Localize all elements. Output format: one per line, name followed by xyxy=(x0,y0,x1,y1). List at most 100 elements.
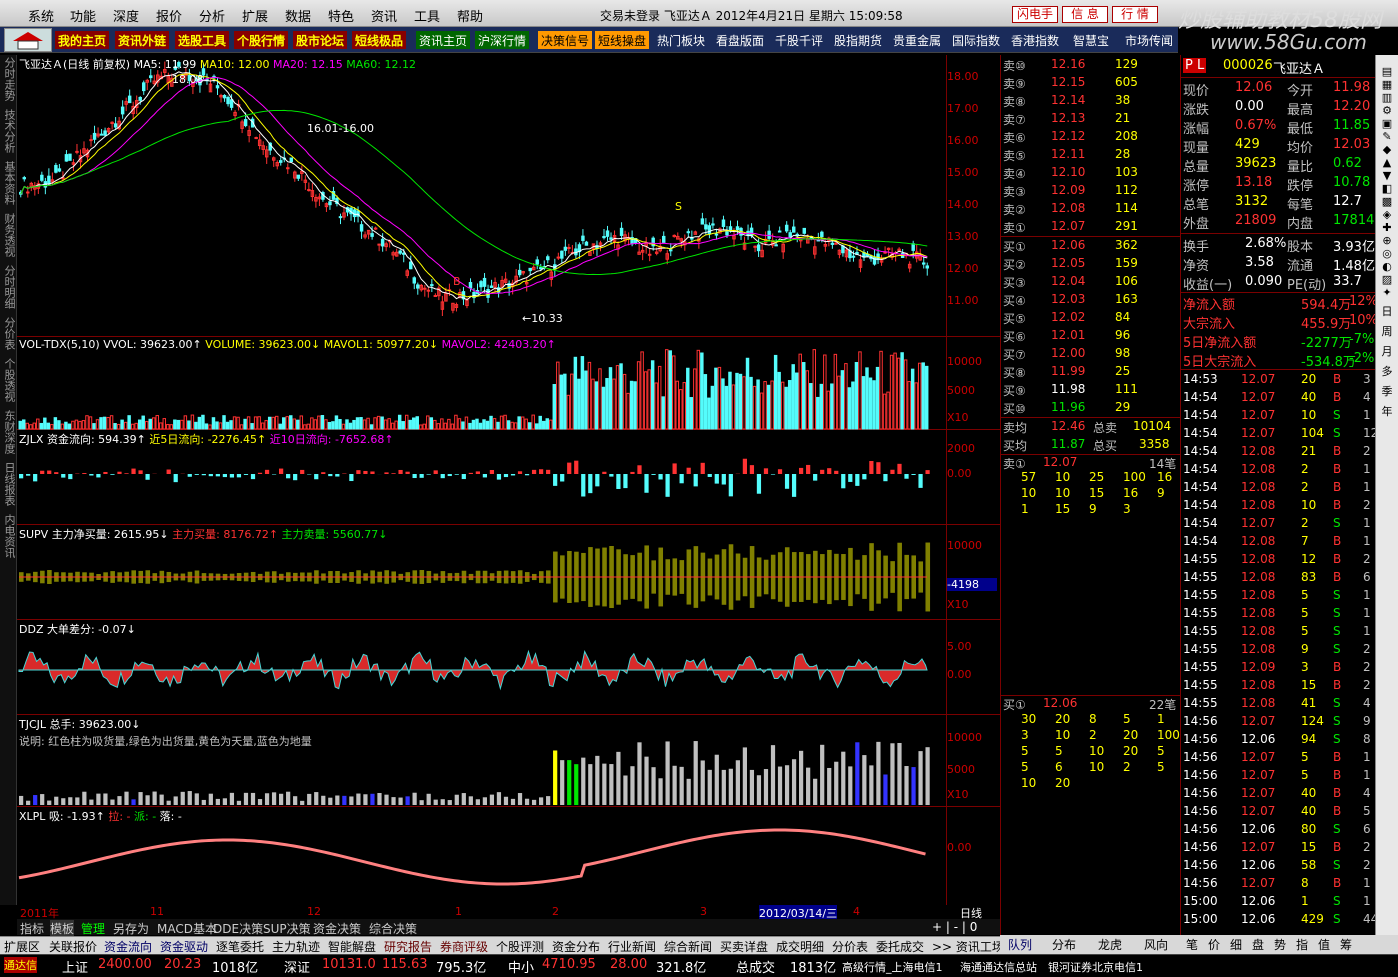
tick-row[interactable]: 14:55 12.09 3 B 2 xyxy=(1183,659,1376,677)
tick-row[interactable]: 14:55 12.08 9 S 2 xyxy=(1183,641,1376,659)
ask-row[interactable]: 卖④ 12.10 103 xyxy=(1003,164,1179,182)
tick-row[interactable]: 14:56 12.07 8 B 1 xyxy=(1183,875,1376,893)
tick-row[interactable]: 14:54 12.08 2 B 1 xyxy=(1183,479,1376,497)
nav-hk-index[interactable]: 香港指数 xyxy=(1008,31,1062,49)
nav-my-home[interactable]: 我的主页 xyxy=(55,31,110,49)
nav-decision-signal[interactable]: 决策信号 xyxy=(538,31,593,49)
tab-internal-news[interactable]: 内电资讯 xyxy=(1,514,16,558)
nav-index-futures[interactable]: 股指期货 xyxy=(831,31,885,49)
func-bidask[interactable]: 买卖详盘 xyxy=(720,938,768,955)
nav-short-operation[interactable]: 短线操盘 xyxy=(595,31,650,49)
tick-row[interactable]: 14:55 12.08 41 S 4 xyxy=(1183,695,1376,713)
tick-row[interactable]: 14:56 12.06 80 S 6 xyxy=(1183,821,1376,839)
func-expand[interactable]: 扩展区 xyxy=(4,938,40,955)
func-eval[interactable]: 个股评测 xyxy=(496,938,544,955)
func-order[interactable]: 逐笔委托 xyxy=(216,938,264,955)
tick-row[interactable]: 14:55 12.08 12 B 2 xyxy=(1183,551,1376,569)
tick-row[interactable]: 14:56 12.07 5 B 1 xyxy=(1183,767,1376,785)
menu-help[interactable]: 帮助 xyxy=(457,6,483,25)
flash-trade-button[interactable]: 闪电手 xyxy=(1012,6,1058,23)
bid-row[interactable]: 买② 12.05 159 xyxy=(1003,255,1179,273)
tick-row[interactable]: 14:54 12.07 40 B 4 xyxy=(1183,389,1376,407)
qtab-dragon[interactable]: 龙虎 xyxy=(1098,936,1122,953)
tick-row[interactable]: 15:00 12.06 1 S 1 xyxy=(1183,893,1376,911)
quote2-row[interactable]: 净资 3.58 流通 1.48亿 xyxy=(1183,254,1376,274)
nav-smart[interactable]: 智慧宝 xyxy=(1070,31,1112,49)
tick-row[interactable]: 14:56 12.07 5 B 1 xyxy=(1183,749,1376,767)
flow-row[interactable]: 5日大宗流入 -534.8万 -2% xyxy=(1183,350,1376,370)
ask1-queue-row[interactable]: 1 15 9 3 xyxy=(1003,501,1179,519)
bid1-queue-row[interactable]: 10 20 xyxy=(1003,775,1179,793)
toolbar-icons[interactable]: ▤ ▦ ▥ ⚙ ▣ ✎ ◆ ▲ ▼ ◧ ▩ ◈ ✚ ⊕ ◎ ◐ ▨ ✦ xyxy=(1376,65,1398,299)
tick-row[interactable]: 14:56 12.07 124 S 9 xyxy=(1183,713,1376,731)
avg-bid-row[interactable]: 买均 11.87 总买 3358 xyxy=(1003,436,1179,454)
func-fund-flow[interactable]: 资金流向 xyxy=(104,938,152,955)
func-info-workshop[interactable]: >> 资讯工场 xyxy=(932,938,1004,955)
ask-row[interactable]: 卖⑨ 12.15 605 xyxy=(1003,74,1179,92)
menu-function[interactable]: 功能 xyxy=(70,6,96,25)
qtab-trend[interactable]: 势 xyxy=(1274,936,1286,953)
period-multi[interactable]: 多 xyxy=(1376,363,1398,379)
ask-row[interactable]: 卖② 12.08 114 xyxy=(1003,200,1179,218)
func-general-news[interactable]: 综合新闻 xyxy=(664,938,712,955)
bid-row[interactable]: 买⑧ 11.99 25 xyxy=(1003,363,1179,381)
info-button[interactable]: 信 息 xyxy=(1062,6,1108,23)
tab-intraday[interactable]: 分时走势 xyxy=(1,57,16,101)
nav-metals[interactable]: 贵重金属 xyxy=(890,31,944,49)
menu-depth[interactable]: 深度 xyxy=(113,6,139,25)
qtab-tick[interactable]: 笔 xyxy=(1186,936,1198,953)
tab-macd[interactable]: MACD基本 xyxy=(157,920,217,937)
nav-sh-sz-quote[interactable]: 沪深行情 xyxy=(475,31,530,49)
tick-row[interactable]: 14:53 12.07 20 B 3 xyxy=(1183,371,1376,389)
func-research[interactable]: 研究报告 xyxy=(384,938,432,955)
tab-sup[interactable]: SUP决策 xyxy=(263,920,311,937)
nav-stock-reviews[interactable]: 千股千评 xyxy=(772,31,826,49)
qtab-distribution[interactable]: 分布 xyxy=(1052,936,1076,953)
menu-system[interactable]: 系统 xyxy=(28,6,54,25)
kline-chart[interactable] xyxy=(17,55,947,337)
menu-tools[interactable]: 工具 xyxy=(414,6,440,25)
nav-layout[interactable]: 看盘版面 xyxy=(713,31,767,49)
func-industry-news[interactable]: 行业新闻 xyxy=(608,938,656,955)
nav-intl-index[interactable]: 国际指数 xyxy=(949,31,1003,49)
stock-header[interactable]: P L 000026 飞亚达Ａ xyxy=(1183,57,1376,77)
quote-row[interactable]: 总笔 3132 每笔 12.7 xyxy=(1183,193,1376,213)
qtab-wind[interactable]: 风向 xyxy=(1144,936,1168,953)
tab-intraday-detail[interactable]: 分时明细 xyxy=(1,265,16,309)
func-distribution[interactable]: 资金分布 xyxy=(552,938,600,955)
tick-row[interactable]: 14:55 12.08 83 B 6 xyxy=(1183,569,1376,587)
ask-row[interactable]: 卖⑦ 12.13 21 xyxy=(1003,110,1179,128)
market-button[interactable]: 行 情 xyxy=(1112,6,1158,23)
func-price-table[interactable]: 分价表 xyxy=(832,938,868,955)
nav-stock-quote[interactable]: 个股行情 xyxy=(234,31,289,49)
ask-row[interactable]: 卖⑥ 12.12 208 xyxy=(1003,128,1179,146)
zjlx-panel[interactable]: ZJLX 资金流向: 594.39↑ 近5日流向: -2276.45↑ 近10日… xyxy=(17,430,1000,525)
bid-row[interactable]: 买① 12.06 362 xyxy=(1003,237,1179,255)
tick-row[interactable]: 14:54 12.08 7 B 1 xyxy=(1183,533,1376,551)
quote-row[interactable]: 外盘 21809 内盘 17814 xyxy=(1183,212,1376,232)
qtab-market[interactable]: 盘 xyxy=(1252,936,1264,953)
tab-fundamentals[interactable]: 基本资料 xyxy=(1,161,16,205)
tick-row[interactable]: 14:54 12.08 10 B 2 xyxy=(1183,497,1376,515)
tick-row[interactable]: 14:56 12.07 15 B 2 xyxy=(1183,839,1376,857)
tick-row[interactable]: 14:54 12.08 2 B 1 xyxy=(1183,461,1376,479)
quote-row[interactable]: 现价 12.06 今开 11.98 xyxy=(1183,79,1376,99)
func-fund-drive[interactable]: 资金驱动 xyxy=(160,938,208,955)
period-quarter[interactable]: 季 xyxy=(1376,383,1398,399)
func-analysis[interactable]: 智能解盘 xyxy=(328,938,376,955)
avg-ask-row[interactable]: 卖均 12.46 总卖 10104 xyxy=(1003,418,1179,436)
quote-row[interactable]: 总量 39623 量比 0.62 xyxy=(1183,155,1376,175)
tab-daily-report[interactable]: 日线报表 xyxy=(1,462,16,506)
ddz-chart[interactable] xyxy=(17,620,947,715)
tjcjl-panel[interactable]: TJCJL 总手: 39623.00↓ 说明: 红色柱为吸货量,绿色为出货量,黄… xyxy=(17,715,1000,807)
nav-info-links[interactable]: 资讯外链 xyxy=(115,31,170,49)
menu-data[interactable]: 数据 xyxy=(285,6,311,25)
tab-depth[interactable]: 东财深度 xyxy=(1,410,16,454)
menu-info[interactable]: 资讯 xyxy=(371,6,397,25)
quote2-row[interactable]: 换手 2.68% 股本 3.93亿 xyxy=(1183,235,1376,255)
tab-dde[interactable]: DDE决策 xyxy=(213,920,263,937)
tab-template[interactable]: 模板 xyxy=(50,920,75,937)
tab-stock-insight[interactable]: 个股透视 xyxy=(1,358,16,402)
tick-row[interactable]: 14:55 12.08 5 S 1 xyxy=(1183,605,1376,623)
period-week[interactable]: 周 xyxy=(1376,323,1398,339)
